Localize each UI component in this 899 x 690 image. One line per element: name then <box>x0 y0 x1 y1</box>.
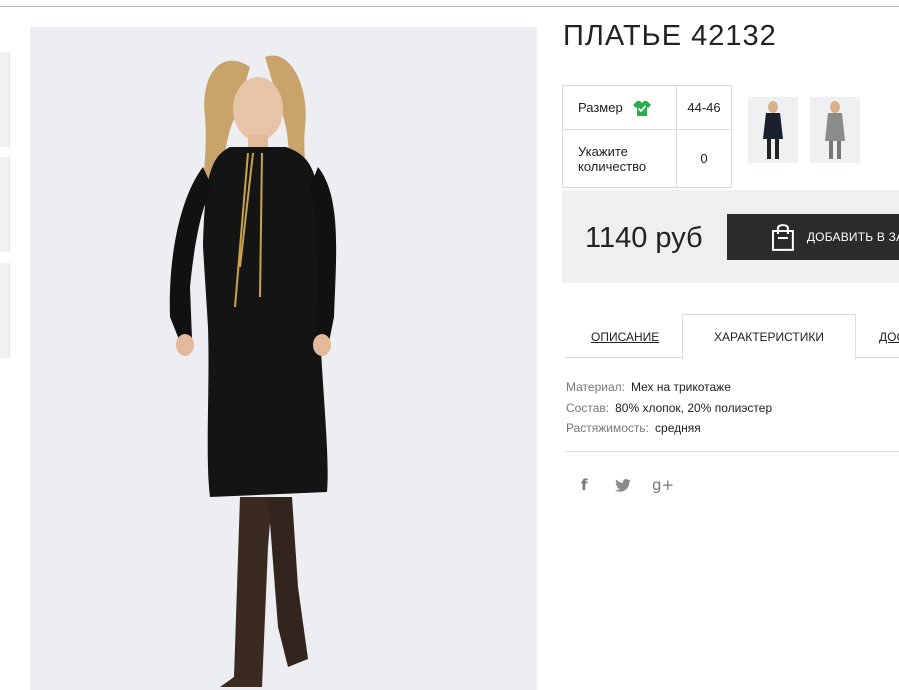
top-divider <box>0 6 899 7</box>
gallery-thumb-3[interactable] <box>0 263 10 358</box>
quantity-input[interactable]: 0 <box>676 129 732 188</box>
product-params-table: Размер 44-46 Укажите количество 0 <box>562 85 732 188</box>
size-row: Размер 44-46 <box>562 85 732 130</box>
spec-key: Состав: <box>566 400 610 415</box>
tab-delivery[interactable]: ДОС <box>879 330 899 344</box>
spec-value: 80% хлопок, 20% полиэстер <box>615 400 773 415</box>
spec-row-material: Материал: Мех на трикотаже <box>566 377 772 398</box>
twitter-icon[interactable] <box>615 479 631 492</box>
spec-value: средняя <box>655 421 701 435</box>
spec-key: Растяжимость: <box>566 421 650 435</box>
spec-value: Мех на трикотаже <box>630 380 731 394</box>
size-label: Размер <box>578 100 623 115</box>
size-value[interactable]: 44-46 <box>676 85 732 130</box>
model-in-dress-illustration <box>30 27 537 690</box>
characteristics-list: Материал: Мех на трикотаже Состав: 80% хло… <box>566 377 772 439</box>
spec-row-stretch: Растяжимость: средняя <box>566 418 772 439</box>
spec-row-composition: Состав: 80% хлопок, 20% полиэстер <box>566 398 772 419</box>
product-title: ПЛАТЬЕ 42132 <box>563 20 777 52</box>
product-price: 1140 руб <box>585 222 703 254</box>
main-product-photo[interactable] <box>30 27 537 690</box>
quantity-row: Укажите количество 0 <box>562 129 732 188</box>
grey-dress-thumbnail <box>810 97 860 163</box>
shopping-bag-icon <box>771 224 794 251</box>
size-chart-icon[interactable] <box>632 99 651 117</box>
spec-key: Материал: <box>566 380 625 394</box>
facebook-icon[interactable]: f <box>581 476 588 494</box>
google-plus-icon[interactable]: g+ <box>652 476 674 494</box>
gallery-thumb-1[interactable] <box>0 52 10 147</box>
black-dress-thumbnail <box>748 97 798 163</box>
gallery-thumb-2[interactable] <box>0 157 10 252</box>
share-divider <box>565 451 899 452</box>
add-to-order-button[interactable]: ДОБАВИТЬ В ЗАКАЗ <box>727 214 899 260</box>
color-thumb-grey[interactable] <box>810 97 860 163</box>
tab-description[interactable]: ОПИСАНИЕ <box>591 330 659 344</box>
price-panel: 1140 руб ДОБАВИТЬ В ЗАКАЗ <box>562 190 899 283</box>
tab-characteristics[interactable]: ХАРАКТЕРИСТИКИ <box>682 314 856 360</box>
add-to-order-label: ДОБАВИТЬ В ЗАКАЗ <box>806 230 899 244</box>
color-thumb-black[interactable] <box>748 97 798 163</box>
quantity-label: Укажите количество <box>562 129 677 188</box>
